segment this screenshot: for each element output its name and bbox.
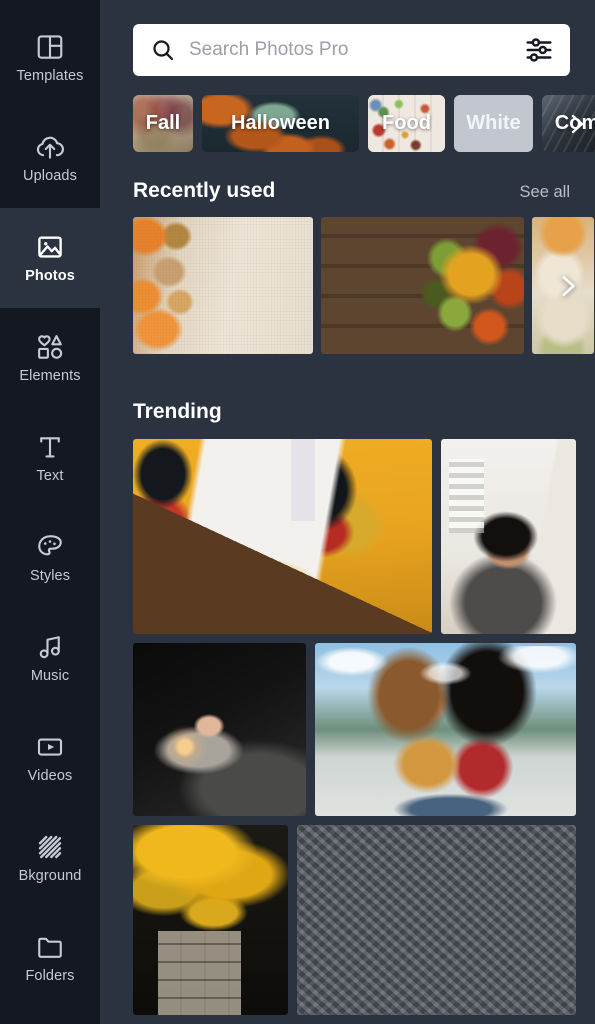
sidebar-item-label: Templates — [16, 68, 84, 84]
trending-section: Trending — [100, 400, 595, 1015]
see-all-link[interactable]: See all — [520, 183, 570, 202]
chevron-right-icon[interactable] — [553, 269, 581, 303]
recently-used-header: Recently used See all — [100, 179, 595, 203]
chevron-right-icon[interactable] — [563, 109, 589, 139]
chip-label: Fall — [145, 112, 181, 134]
trending-grid — [100, 439, 595, 1015]
section-title: Trending — [133, 400, 222, 423]
video-play-icon — [35, 732, 65, 762]
palette-icon — [35, 532, 65, 562]
sidebar-item-photos[interactable]: Photos — [0, 194, 100, 322]
search-bar[interactable] — [133, 24, 570, 76]
section-title: Recently used — [133, 179, 276, 202]
sidebar-item-label: Videos — [27, 768, 73, 784]
text-t-icon — [35, 432, 65, 462]
sidebar-item-label: Bkground — [18, 868, 82, 884]
sidebar-item-label: Uploads — [23, 168, 77, 184]
sidebar-item-text[interactable]: Text — [0, 408, 100, 508]
cloud-upload-icon — [35, 132, 65, 162]
templates-icon — [35, 32, 65, 62]
trending-row — [133, 643, 595, 816]
category-chip[interactable]: Food — [368, 95, 445, 152]
sidebar-item-videos[interactable]: Videos — [0, 708, 100, 808]
trending-row — [133, 439, 595, 634]
chip-label: Food — [382, 112, 431, 134]
trending-photo-thumbnail[interactable] — [441, 439, 576, 634]
trending-header: Trending — [100, 400, 595, 424]
sidebar-item-folders[interactable]: Folders — [0, 908, 100, 1008]
sidebar-item-label: Folders — [25, 968, 75, 984]
left-sidebar: Templates Uploads Photos Elements Text Styles… — [0, 0, 100, 1024]
image-icon — [35, 232, 65, 262]
hatch-pattern-icon — [35, 832, 65, 862]
sidebar-item-music[interactable]: Music — [0, 608, 100, 708]
trending-photo-thumbnail[interactable] — [133, 825, 288, 1015]
photos-panel-app: Templates Uploads Photos Elements Text Styles… — [0, 0, 595, 1024]
category-chip[interactable]: White — [454, 95, 533, 152]
sidebar-item-bkground[interactable]: Bkground — [0, 808, 100, 908]
sidebar-item-label: Music — [30, 668, 70, 684]
search-area — [100, 0, 595, 76]
sliders-filter-icon[interactable] — [524, 35, 554, 65]
sidebar-item-label: Styles — [29, 568, 71, 584]
category-chip[interactable]: Halloween — [202, 95, 359, 152]
trending-photo-thumbnail[interactable] — [133, 643, 306, 816]
sidebar-item-uploads[interactable]: Uploads — [0, 108, 100, 208]
recently-used-section: Recently used See all — [100, 179, 595, 354]
recent-photo-thumbnail[interactable] — [321, 217, 524, 354]
trending-photo-thumbnail[interactable] — [315, 643, 576, 816]
photos-panel: FallHalloweenFoodWhiteCom Recently used … — [100, 0, 595, 1024]
shapes-icon — [35, 332, 65, 362]
sidebar-item-styles[interactable]: Styles — [0, 508, 100, 608]
chip-label: Halloween — [231, 112, 330, 134]
sidebar-item-elements[interactable]: Elements — [0, 308, 100, 408]
sidebar-item-label: Photos — [25, 268, 75, 284]
recent-photo-thumbnail[interactable] — [133, 217, 313, 354]
trending-photo-thumbnail[interactable] — [297, 825, 576, 1015]
trending-photo-thumbnail[interactable] — [133, 439, 432, 634]
sidebar-item-label: Elements — [19, 368, 81, 384]
category-chip[interactable]: Fall — [133, 95, 193, 152]
search-input[interactable] — [189, 39, 510, 61]
chip-label: White — [466, 112, 521, 134]
sidebar-item-label: Text — [36, 468, 64, 484]
category-chips-row[interactable]: Fall Halloween Food White Com — [100, 95, 595, 152]
sidebar-item-templates[interactable]: Templates — [0, 8, 100, 108]
trending-row — [133, 825, 595, 1015]
music-note-icon — [35, 632, 65, 662]
recently-used-row[interactable] — [100, 217, 595, 354]
search-icon — [151, 38, 175, 62]
folder-icon — [35, 932, 65, 962]
